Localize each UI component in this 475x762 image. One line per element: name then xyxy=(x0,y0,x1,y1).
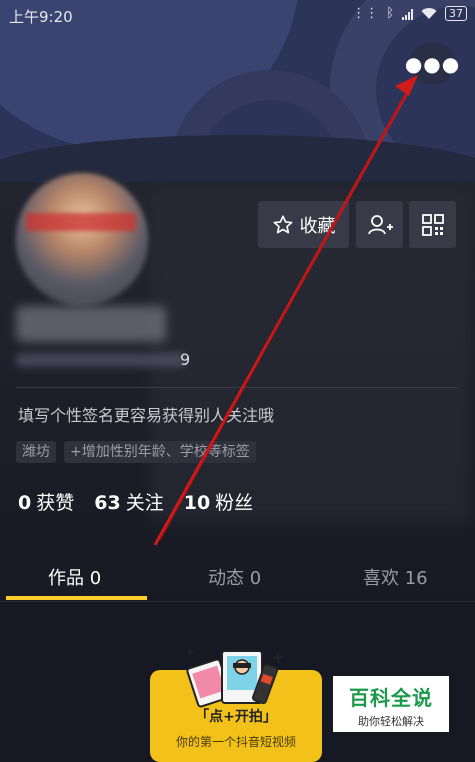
bluetooth-icon: ᛒ xyxy=(386,6,394,21)
followers-label: 粉丝 xyxy=(215,492,254,514)
likes-count: 0 xyxy=(18,492,32,514)
followers-count: 10 xyxy=(183,492,211,514)
profile-tabs: 作品 0 动态 0 喜欢 16 xyxy=(0,556,475,602)
wifi-icon xyxy=(421,7,437,19)
location-tag[interactable]: 潍坊 xyxy=(16,441,56,463)
camera-illustration-icon xyxy=(186,647,285,708)
nickname-blurred xyxy=(16,306,166,342)
following-count: 63 xyxy=(94,492,121,514)
favorites-label: 收藏 xyxy=(299,215,336,237)
profile-stats: 0 获赞 63 关注 10 粉丝 xyxy=(18,488,253,515)
tab-dynamic[interactable]: 动态 0 xyxy=(208,564,261,590)
watermark-title: 百科全说 xyxy=(349,686,433,710)
avatar[interactable] xyxy=(13,170,151,308)
battery-icon: 37 xyxy=(445,6,467,21)
star-icon xyxy=(273,214,292,233)
create-card-subtitle: 你的第一个抖音短视频 xyxy=(175,735,296,749)
add-user-icon xyxy=(367,214,393,234)
followers-stat[interactable]: 10 粉丝 xyxy=(184,488,253,515)
divider xyxy=(0,601,475,602)
add-friend-button[interactable] xyxy=(356,201,403,248)
following-stat[interactable]: 63 关注 xyxy=(94,488,163,515)
alarm-icon: ⋮⋮ xyxy=(352,6,379,21)
following-label: 关注 xyxy=(125,492,164,514)
status-time: 上午9:20 xyxy=(9,8,73,26)
more-icon: ●●● xyxy=(404,51,461,76)
favorites-button[interactable]: 收藏 xyxy=(258,201,349,248)
qr-code-icon xyxy=(421,213,444,236)
watermark: 百科全说 助你轻松解决 xyxy=(333,676,449,732)
tab-likes[interactable]: 喜欢 16 xyxy=(363,564,428,590)
divider xyxy=(16,387,458,388)
qr-code-button[interactable] xyxy=(409,201,456,248)
signal-icon xyxy=(402,8,413,20)
status-bar: 上午9:20 ⋮⋮ ᛒ 37 xyxy=(0,0,475,30)
active-tab-indicator xyxy=(6,596,147,600)
douyin-id-tail: 9 xyxy=(180,350,191,369)
avatar-blur-detail xyxy=(26,213,136,231)
more-options-button[interactable]: ●●● xyxy=(405,43,459,84)
douyin-id-blurred xyxy=(16,353,186,367)
likes-stat[interactable]: 0 获赞 xyxy=(18,488,74,515)
tab-works[interactable]: 作品 0 xyxy=(48,564,101,590)
watermark-subtitle: 助你轻松解决 xyxy=(358,715,424,728)
create-card-title: 「点+开拍」 xyxy=(195,709,277,725)
likes-label: 获赞 xyxy=(36,492,75,514)
add-tags-button[interactable]: +增加性别年龄、学校等标签 xyxy=(64,441,256,463)
bio-placeholder[interactable]: 填写个性签名更容易获得别人关注哦 xyxy=(18,402,274,426)
status-icons: ⋮⋮ ᛒ 37 xyxy=(352,6,467,21)
